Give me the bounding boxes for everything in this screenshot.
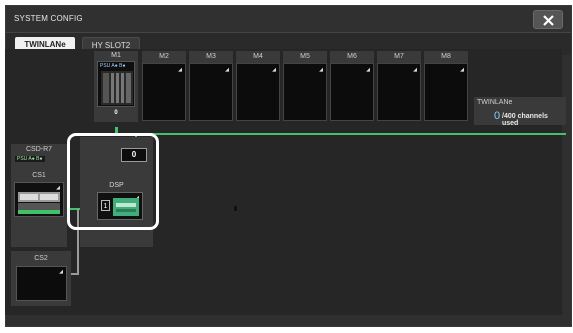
slot-m8[interactable]: ◢ — [424, 63, 468, 121]
cs2-unit[interactable]: CS2 ◢ — [11, 251, 71, 306]
slot-m5[interactable]: ◢ — [283, 63, 327, 121]
slot-channel-count: 0 — [114, 110, 118, 116]
expand-icon: ◢ — [225, 67, 229, 73]
mouse-cursor-icon — [234, 206, 237, 211]
slot-label: M7 — [377, 51, 421, 63]
channels-used-count: 0 — [494, 110, 501, 122]
title-bar: SYSTEM CONFIG — [6, 6, 571, 33]
channels-total-label: /400 channels used — [502, 113, 548, 127]
rio-device-icon: PSU A● B● — [97, 61, 135, 107]
expand-icon: ◢ — [59, 269, 63, 275]
slot-m1[interactable]: M1 PSU A● B● 0 — [94, 51, 138, 122]
slot-m6[interactable]: ◢ — [330, 63, 374, 121]
slot-label: M6 — [330, 51, 374, 63]
slot-label: M5 — [283, 51, 327, 63]
dsp-highlight-frame — [67, 133, 159, 230]
expand-icon: ◢ — [366, 67, 370, 73]
expand-icon: ◢ — [178, 67, 182, 73]
twinlane-label: TWINLANe — [477, 99, 513, 106]
cs2-label: CS2 — [34, 255, 48, 262]
csd-label: CSD-R7 — [25, 146, 53, 153]
slot-m7[interactable]: ◢ — [377, 63, 421, 121]
psu-indicator: PSU A● B● — [100, 63, 126, 69]
close-icon — [543, 15, 554, 26]
close-button[interactable] — [533, 10, 563, 29]
cs2-console-slot[interactable]: ◢ — [16, 266, 67, 301]
expand-icon: ◢ — [460, 67, 464, 73]
slot-label: M4 — [236, 51, 280, 63]
slot-m4[interactable]: ◢ — [236, 63, 280, 121]
cs1-label: CS1 — [32, 172, 46, 179]
expand-icon: ◢ — [272, 67, 276, 73]
cs1-console-icon[interactable]: ◢ — [14, 182, 64, 217]
slot-m2[interactable]: ◢ — [142, 63, 186, 121]
slot-label: M1 — [111, 52, 121, 59]
slot-label: M2 — [142, 51, 186, 63]
slot-label: M3 — [189, 51, 233, 63]
csd-r7-unit[interactable]: CSD-R7 PSU A● B● CS1 ◢ — [11, 144, 67, 247]
expand-icon: ◢ — [56, 185, 60, 191]
expand-icon: ◢ — [319, 67, 323, 73]
slot-label: M8 — [424, 51, 468, 63]
slot-m3[interactable]: ◢ — [189, 63, 233, 121]
cs2-link-stub — [71, 273, 79, 275]
psu-indicator: PSU A● B● — [15, 156, 45, 162]
twinlane-status: TWINLANe 0 /400 channels used — [474, 97, 566, 127]
window-title: SYSTEM CONFIG — [14, 14, 83, 23]
expand-icon: ◢ — [413, 67, 417, 73]
twinlane-bus-line — [116, 133, 566, 135]
